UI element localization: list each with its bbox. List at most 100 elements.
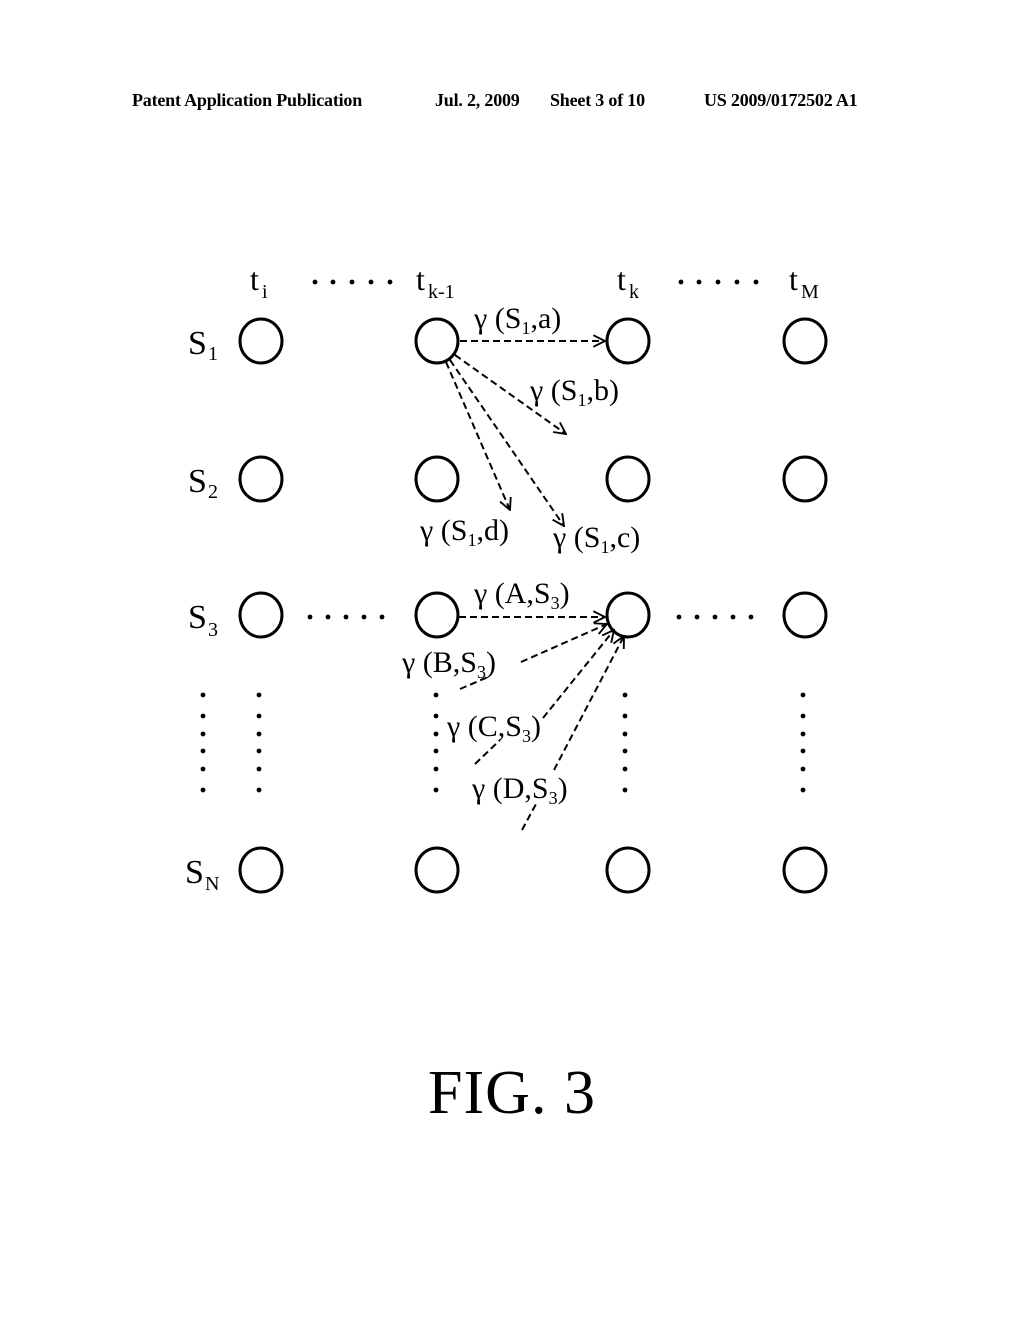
vertical-ellipsis-dot [433,692,439,698]
vertical-ellipsis-dot [622,713,628,719]
state-node-S2-ti [238,455,284,503]
time-label-tm: t M [789,261,819,303]
edge-label-post: ,a) [530,302,561,335]
edge-label-pre: γ (S [529,374,577,407]
edge-label-sub: 1 [600,537,609,557]
time-label-base: t [250,261,259,297]
edge-label-pre: γ (A,S [473,577,551,610]
edge-label-post: ) [560,577,570,610]
edge-c-s3-tail [474,739,501,765]
vertical-ellipsis-dot [622,787,628,793]
time-label-base: t [416,261,425,297]
state-node-S1-tM [782,317,828,365]
edge-label-sub: 1 [521,318,530,338]
edge-label-sub: 1 [577,390,586,410]
vertical-ellipsis-dot [433,731,439,737]
edge-label-pre: γ (B,S [401,646,477,679]
s3-ellipsis-left [307,614,385,620]
state-node-SN-tk [605,846,651,894]
edge-label-sub: 3 [549,788,558,808]
state-label-sub: 2 [208,481,218,503]
time-label-tk: t k [617,261,639,303]
svg-text:γ (C,S3): γ (C,S3) [446,710,541,746]
state-node-S2-tk [605,455,651,503]
header-ellipsis-right [678,279,759,285]
edge-label-a-s3: γ (A,S3) [473,577,570,613]
time-label-base: t [789,261,798,297]
state-node-S3-tM [782,591,828,639]
figure-label: FIG. 3 [428,1059,596,1127]
vertical-ellipsis-dot [433,787,439,793]
vertical-ellipsis-dot [800,766,806,772]
vertical-ellipsis-dot [433,713,439,719]
vertical-ellipsis-dot [800,787,806,793]
edge-label-post: ) [558,772,568,805]
vertical-ellipsis-dot [200,731,206,737]
svg-text:γ (A,S3): γ (A,S3) [473,577,570,613]
state-node-S2-tk-1 [414,455,460,503]
time-label-sub: k [629,281,639,303]
vertical-ellipsis-dot [433,748,439,754]
edge-label-s1-d: γ (S1,d) [419,514,509,550]
vertical-ellipsis-dot [200,787,206,793]
time-label-tk-1: t k-1 [416,261,455,303]
state-label-sub: N [205,873,219,895]
edge-label-sub: 3 [477,662,486,682]
vertical-ellipsis-dot [256,748,262,754]
edge-label-s1-c: γ (S1,c) [552,521,640,557]
edge-label-c-s3: γ (C,S3) [446,710,541,746]
vertical-ellipsis-dot [800,692,806,698]
edge-label-pre: γ (S [419,514,467,547]
state-node-S2-tM [782,455,828,503]
vertical-ellipsis-dot [256,692,262,698]
state-node-S1-tk-1 [414,317,460,365]
svg-text:γ (S1,d): γ (S1,d) [419,514,509,550]
state-node-S1-tk [605,317,651,365]
svg-text:γ (S1,c): γ (S1,c) [552,521,640,557]
svg-text:γ (B,S3): γ (B,S3) [401,646,496,682]
edge-b-s3-upper [520,624,607,663]
vertical-ellipsis-dot [256,787,262,793]
header-ellipsis-left [312,279,393,285]
state-label-base: S [188,325,207,362]
state-node-SN-tM [782,846,828,894]
edge-label-post: ,b) [586,374,619,407]
state-label-sub: 3 [208,619,218,641]
vertical-ellipsis-dot [622,748,628,754]
svg-text:γ (D,S3): γ (D,S3) [471,772,568,808]
edge-label-sub: 3 [522,726,531,746]
edge-label-pre: γ (S [473,302,521,335]
edge-d-s3-tail [521,803,537,831]
state-label-base: S [188,463,207,500]
state-label-s2: S 2 [188,463,218,503]
edge-label-pre: γ (S [552,521,600,554]
time-label-ti: t i [250,261,268,303]
time-label-base: t [617,261,626,297]
svg-text:γ (S1,b): γ (S1,b) [529,374,619,410]
edge-label-sub: 3 [551,593,560,613]
vertical-ellipsis-dot [622,731,628,737]
vertical-ellipsis-dot [256,713,262,719]
state-node-S3-ti [238,591,284,639]
time-label-sub: k-1 [428,281,455,303]
edge-label-s1-b: γ (S1,b) [529,374,619,410]
state-label-sn: S N [185,854,219,895]
vertical-ellipsis-dot [800,713,806,719]
vertical-ellipsis-dot [800,731,806,737]
edge-label-post: ) [531,710,541,743]
edge-label-post: ,d) [476,514,509,547]
vertical-ellipsis-dot [800,748,806,754]
vertical-ellipsis-dot [200,692,206,698]
edges-from-s1 [445,341,605,526]
state-node-S1-ti [238,317,284,365]
edge-label-s1-a: γ (S1,a) [473,302,561,338]
s3-ellipsis-right [676,614,754,620]
edge-label-d-s3: γ (D,S3) [471,772,568,808]
state-label-s1: S 1 [188,325,218,365]
state-label-base: S [188,599,207,636]
edge-label-pre: γ (D,S [471,772,549,805]
vertical-ellipsis-dot [200,713,206,719]
vertical-ellipsis-dot [622,766,628,772]
time-label-sub: M [801,281,819,303]
edge-label-post: ,c) [609,521,640,554]
